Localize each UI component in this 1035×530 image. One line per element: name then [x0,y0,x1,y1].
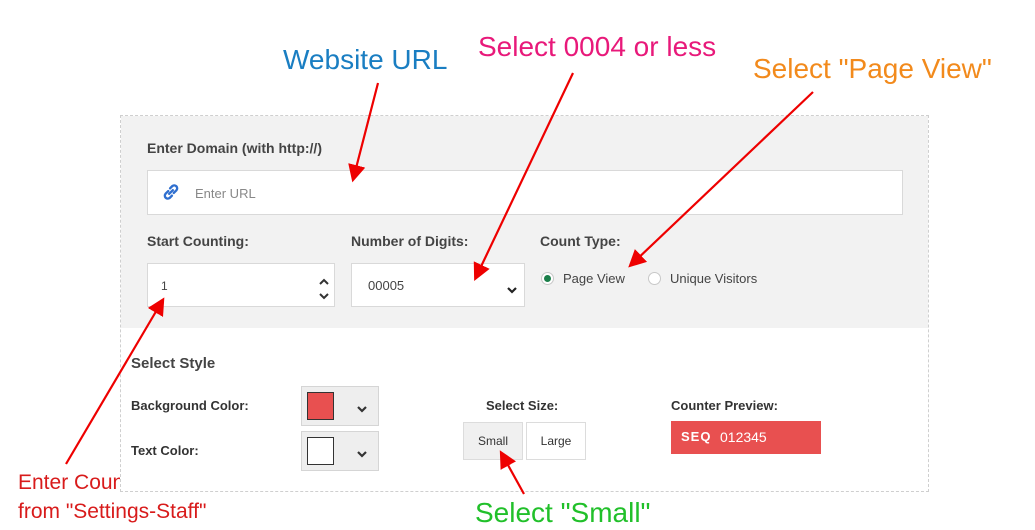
arrow-page-view [628,91,814,268]
arrow-start-counting [65,297,165,465]
arrow-website-url [348,82,380,183]
annotation-arrows [65,72,814,495]
arrow-select-small [499,450,525,495]
arrow-select-digits [473,72,574,281]
